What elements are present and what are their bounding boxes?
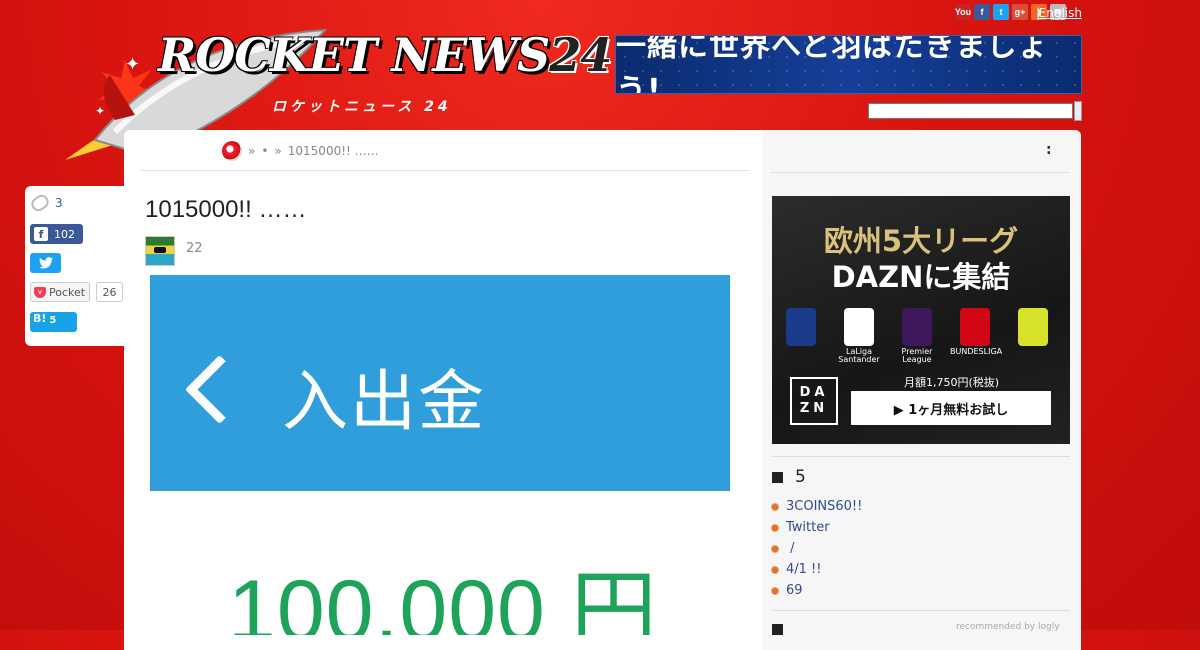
dazn-advertisement[interactable]: 欧州5大リーグ DAZNに集結 LaLiga Santander Premier … <box>772 196 1070 444</box>
logo-title-text: ROCKET NEWS <box>158 28 550 82</box>
ranking-item[interactable]: Twitter <box>772 517 862 538</box>
author-name[interactable]: 22 <box>186 241 203 256</box>
facebook-icon: f <box>34 227 48 241</box>
league-badge-icon <box>1018 308 1048 346</box>
divider <box>770 172 1070 173</box>
bullet-icon <box>772 503 778 510</box>
logo-subtitle: ロケットニュース 24 <box>272 99 452 115</box>
screenshot-title: 入出金 <box>282 363 486 440</box>
league-label: BUNDESLIGA <box>950 347 1003 356</box>
article-title: 1015000!! …… <box>145 196 307 223</box>
pocket-count: 26 <box>96 282 123 302</box>
facebook-share-button[interactable]: f 102 <box>30 224 83 244</box>
svg-text:✦: ✦ <box>125 54 140 75</box>
dazn-logo: DAZN <box>790 377 838 425</box>
sidebar-menu-icon[interactable]: : <box>1046 142 1052 158</box>
article-image: 入出金 100,000 円 <box>150 275 730 635</box>
bullet-icon <box>772 587 778 594</box>
ranking-item[interactable]: 4/1 !! <box>772 559 862 580</box>
author-avatar[interactable] <box>145 236 175 266</box>
bullet-icon <box>772 524 778 531</box>
heading-square-icon <box>772 471 783 483</box>
google-plus-icon[interactable]: g+ <box>1012 4 1028 20</box>
league-logo <box>1008 308 1058 348</box>
ranking-item-label: 69 <box>786 583 803 598</box>
site-logo[interactable]: ROCKET NEWS24 <box>158 28 612 82</box>
english-link[interactable]: English <box>1039 6 1082 20</box>
league-badge-icon <box>902 308 932 346</box>
ranking-item[interactable]: 3COINS60!! <box>772 496 862 517</box>
league-badge-icon <box>786 308 816 346</box>
link-count-value: 3 <box>55 196 63 210</box>
ranking-heading: 5 <box>772 467 806 487</box>
ranking-item-label: / <box>786 541 795 556</box>
hatena-bookmark-button[interactable]: B! 5 <box>30 312 77 332</box>
twitter-icon[interactable]: t <box>993 4 1009 20</box>
svg-text:✦: ✦ <box>95 104 105 118</box>
facebook-icon[interactable]: f <box>974 4 990 20</box>
pocket-label: Pocket <box>49 285 86 299</box>
twitter-share-button[interactable] <box>30 253 61 273</box>
banner-text: 一緒に世界へと羽ばたきましょう! <box>616 35 1049 94</box>
divider <box>772 456 1070 457</box>
divider <box>140 170 750 171</box>
twitter-icon <box>38 257 53 269</box>
league-badge-icon <box>844 308 874 346</box>
bullet-icon <box>772 566 778 573</box>
facebook-share-count: 102 <box>54 227 75 241</box>
ranking-item-label: 3COINS60!! <box>786 499 863 514</box>
league-logo: LaLiga Santander <box>834 308 884 365</box>
ad-price: 月額1,750円(税抜) <box>904 376 1000 389</box>
league-logo <box>776 308 826 348</box>
ranking-heading-text: 5 <box>795 467 806 487</box>
breadcrumb-separator: » <box>248 144 256 158</box>
hatena-count: 5 <box>49 315 57 326</box>
ranking-list: 3COINS60!! Twitter / 4/1 !! 69 <box>772 496 862 601</box>
league-badge-icon <box>960 308 990 346</box>
ranking-item-label: Twitter <box>786 520 830 535</box>
breadcrumb-current: 1015000!! …… <box>287 144 379 158</box>
ranking-item[interactable]: 69 <box>772 580 862 601</box>
search-input[interactable] <box>868 103 1073 119</box>
league-label: LaLiga Santander <box>838 347 880 365</box>
dazn-logo-text: DAZN <box>799 385 829 416</box>
recommendation-note: recommended by logly <box>956 622 1060 632</box>
breadcrumb: » • » 1015000!! …… <box>222 140 379 162</box>
bullet-icon <box>772 545 778 552</box>
home-icon[interactable] <box>222 141 242 161</box>
search-button[interactable] <box>1074 101 1082 121</box>
league-logo: BUNDESLIGA <box>950 308 1003 356</box>
ranking-item[interactable]: / <box>772 538 862 559</box>
breadcrumb-category[interactable]: • <box>261 144 268 158</box>
header-banner[interactable]: 一緒に世界へと羽ばたきましょう! <box>615 35 1082 94</box>
screenshot-amount: 100,000 円 <box>228 563 658 635</box>
youtube-icon[interactable]: You <box>955 4 971 20</box>
league-logo: Premier League <box>892 308 942 365</box>
free-trial-button[interactable]: ▶ 1ヶ月無料お試し <box>851 391 1051 425</box>
breadcrumb-separator: » <box>274 144 282 158</box>
ad-headline: DAZNに集結 <box>831 260 1011 294</box>
divider <box>772 610 1070 611</box>
league-label: Premier League <box>901 347 933 365</box>
hatena-icon: B! <box>33 312 47 325</box>
pocket-icon: v <box>34 286 46 298</box>
logo-number-text: 24 <box>549 28 612 82</box>
link-count[interactable]: 3 <box>28 192 63 214</box>
pocket-save-button[interactable]: v Pocket <box>30 282 90 302</box>
ranking-item-label: 4/1 !! <box>786 562 822 577</box>
